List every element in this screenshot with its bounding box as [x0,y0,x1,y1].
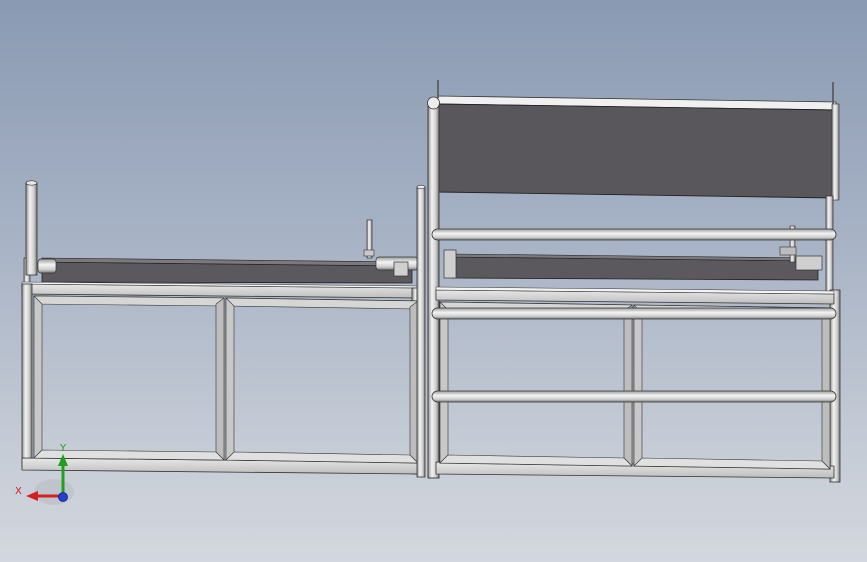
left-frame-panel-1 [33,295,225,461]
right-frame-panel-1 [439,301,633,467]
roller-bar-top [431,228,837,241]
left-frame-panel-2 [225,297,419,464]
left-module [21,180,423,475]
right-module [416,80,841,483]
axis-triad: X Y [15,443,74,505]
x-axis-label: X [15,486,22,497]
roller-bar-middle [431,307,837,320]
z-axis-dot-icon [58,492,68,502]
triad-shadow [34,479,74,505]
y-axis-label: Y [59,443,67,454]
right-frame-panel-2 [633,304,831,470]
top-panel [437,80,840,201]
machine-model[interactable] [0,0,867,562]
cad-viewport[interactable]: X Y [0,0,867,562]
roller-bar-bottom [431,390,837,403]
